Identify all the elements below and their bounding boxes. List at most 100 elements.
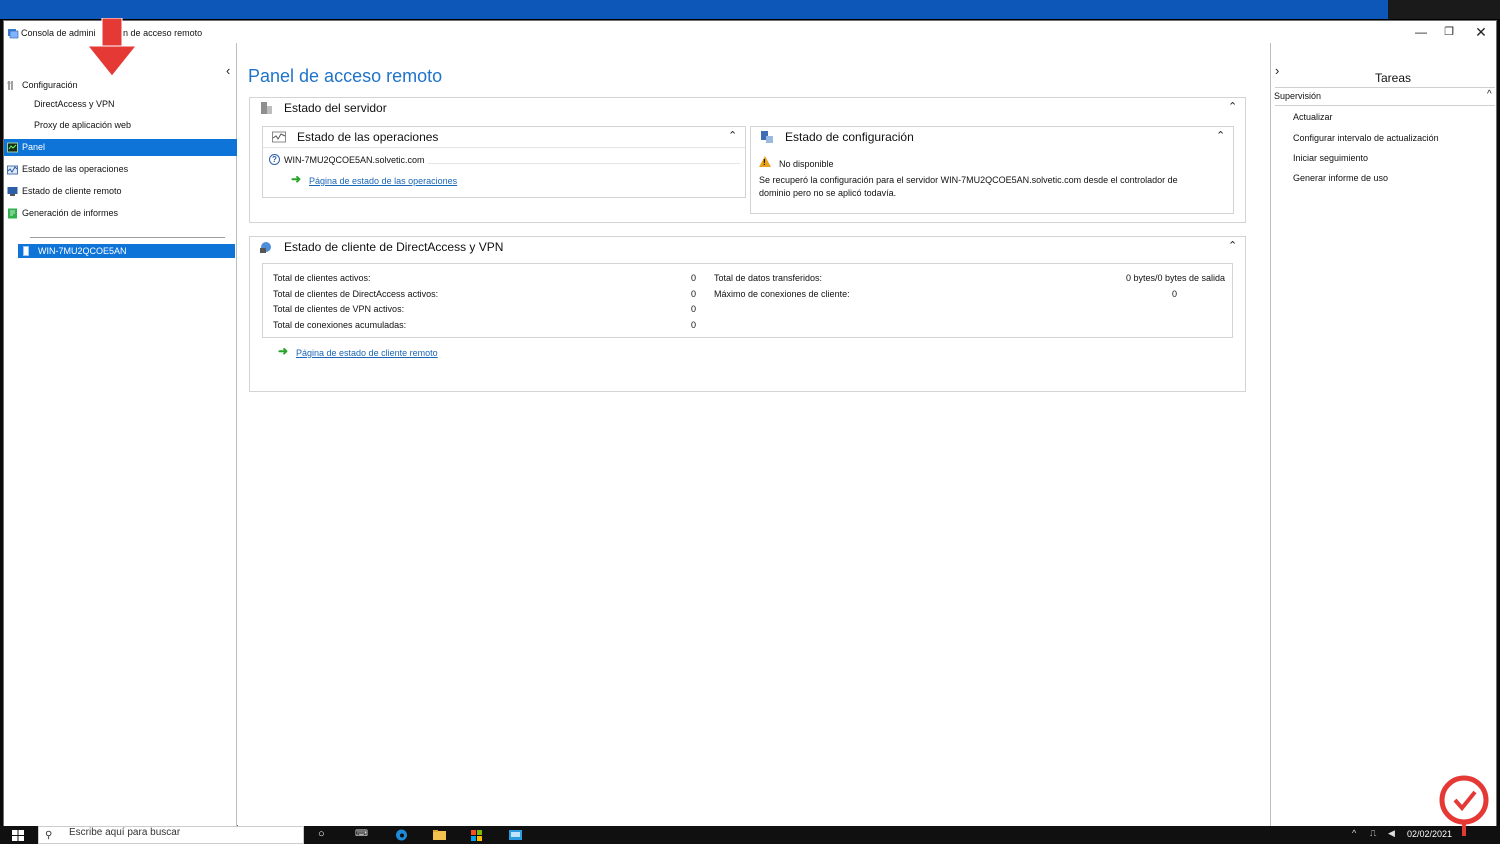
dashboard-icon	[7, 142, 18, 153]
task-actualizar[interactable]: Actualizar	[1293, 112, 1333, 122]
tasks-pane: › Tareas Supervisión ^ Actualizar Config…	[1270, 43, 1496, 826]
tasks-title: Tareas	[1375, 71, 1412, 85]
outer-top-bar	[0, 0, 1500, 20]
tree-item-informes[interactable]: Generación de informes	[4, 205, 237, 222]
stat-label: Total de clientes de VPN activos:	[273, 304, 405, 314]
tree-item-label: Proxy de aplicación web	[34, 120, 132, 130]
client-status-panel: Estado de cliente de DirectAccess y VPN …	[249, 236, 1246, 392]
server-node-label: WIN-7MU2QCOE5AN	[38, 246, 127, 256]
config-status-value: No disponible	[779, 159, 834, 169]
tray-chevron-icon[interactable]: ^	[1352, 828, 1356, 838]
config-status-title: Estado de configuración	[785, 130, 914, 144]
stat-label: Total de clientes activos:	[273, 273, 371, 283]
chevron-up-icon[interactable]: ⌃	[1228, 239, 1237, 252]
minimize-button[interactable]: —	[1406, 24, 1436, 40]
tasks-section-header[interactable]: Supervisión	[1274, 91, 1321, 101]
tree-item-label: Estado de cliente remoto	[22, 186, 122, 196]
folder-icon[interactable]	[433, 829, 446, 841]
edge-icon[interactable]	[395, 829, 408, 841]
stat-value: 0	[691, 289, 697, 299]
tree-item-label: Panel	[22, 142, 46, 152]
windows-logo-icon[interactable]	[12, 830, 24, 841]
tree-server-node[interactable]: WIN-7MU2QCOE5AN	[18, 244, 235, 258]
store-icon[interactable]	[470, 829, 483, 841]
tree-item-panel[interactable]: Panel	[4, 139, 237, 156]
page-title: Panel de acceso remoto	[248, 66, 443, 86]
remote-access-app-icon[interactable]	[509, 829, 522, 841]
task-iniciar-seguimiento[interactable]: Iniciar seguimiento	[1293, 153, 1368, 163]
stat-label: Máximo de conexiones de cliente:	[714, 289, 850, 299]
tree-item-directaccess-vpn[interactable]: DirectAccess y VPN	[4, 96, 237, 113]
taskbar: ⚲ Escribe aquí para buscar ○ ⌨ ^ ⎍ ◀ 02/…	[0, 826, 1500, 844]
help-icon: ?	[269, 154, 280, 165]
operations-status-title: Estado de las operaciones	[297, 130, 439, 144]
chevron-right-icon[interactable]: ›	[1275, 63, 1279, 78]
divider	[263, 147, 745, 148]
client-status-header: Estado de cliente de DirectAccess y VPN …	[250, 237, 1245, 257]
client-monitor-icon	[7, 187, 18, 196]
server-status-panel: Estado del servidor ⌃ Estado de las oper…	[249, 97, 1246, 223]
app-icon	[8, 29, 19, 39]
stat-value: 0	[691, 273, 697, 283]
tree-item-estado-operaciones[interactable]: Estado de las operaciones	[4, 161, 237, 178]
operations-server-name: WIN-7MU2QCOE5AN.solvetic.com	[284, 155, 425, 165]
tree-item-proxy[interactable]: Proxy de aplicación web	[4, 117, 237, 134]
chevron-up-icon[interactable]: ^	[1487, 89, 1492, 100]
window-titlebar: Consola de admini n de acceso remoto — ❐…	[4, 21, 1496, 43]
operations-status-header: Estado de las operaciones ⌃	[263, 127, 745, 147]
remote-access-console-window: Consola de admini n de acceso remoto — ❐…	[3, 20, 1497, 826]
stat-value: 0	[691, 304, 697, 314]
chevron-up-icon[interactable]: ⌃	[728, 129, 737, 142]
server-icon	[23, 246, 29, 256]
tree-item-estado-cliente[interactable]: Estado de cliente remoto	[4, 183, 237, 200]
client-status-link[interactable]: Página de estado de cliente remoto	[296, 348, 438, 358]
tools-icon	[7, 81, 13, 90]
config-message-line2: dominio pero no se aplicó todavía.	[759, 188, 897, 198]
row-divider	[428, 163, 740, 164]
tree-item-label: Generación de informes	[22, 208, 119, 218]
task-view-icon[interactable]: ○	[318, 828, 325, 840]
stat-label: Total de conexiones acumuladas:	[273, 320, 407, 330]
config-status-header: Estado de configuración ⌃	[751, 127, 1233, 147]
host-title-bar	[0, 0, 1388, 19]
config-message-line1: Se recuperó la configuración para el ser…	[759, 175, 1178, 185]
stat-value: 0	[1172, 289, 1178, 299]
main-dashboard: Panel de acceso remoto Estado del servid…	[238, 43, 1270, 826]
tree-item-label: Configuración	[22, 80, 78, 90]
server-status-title: Estado del servidor	[284, 101, 387, 115]
watermark-logo	[1439, 775, 1489, 836]
server-status-header: Estado del servidor ⌃	[250, 98, 1245, 118]
volume-icon[interactable]: ◀	[1388, 828, 1395, 839]
taskbar-search-box[interactable]: ⚲ Escribe aquí para buscar	[38, 826, 304, 844]
divider	[1275, 87, 1495, 88]
tree-divider	[30, 237, 225, 238]
navigation-tree: ‹ Configuración DirectAccess y VPN Proxy…	[4, 43, 237, 826]
green-arrow-icon: ➜	[291, 172, 302, 186]
client-status-title: Estado de cliente de DirectAccess y VPN	[284, 240, 504, 254]
green-arrow-icon: ➜	[278, 344, 289, 358]
close-button[interactable]: ✕	[1466, 24, 1496, 40]
network-app-icon[interactable]: ⌨	[355, 828, 368, 839]
config-icon	[761, 131, 773, 143]
config-status-panel: Estado de configuración ⌃ ! No disponibl…	[750, 126, 1234, 214]
chevron-up-icon[interactable]: ⌃	[1216, 129, 1225, 142]
network-icon[interactable]: ⎍	[1370, 828, 1376, 839]
stat-label: Total de clientes de DirectAccess activo…	[273, 289, 439, 299]
search-placeholder: Escribe aquí para buscar	[69, 827, 181, 838]
operations-status-link[interactable]: Página de estado de las operaciones	[309, 176, 457, 186]
host-title-bar-right	[1388, 0, 1500, 19]
divider	[1275, 105, 1495, 106]
operations-icon	[7, 165, 18, 175]
report-icon	[8, 208, 17, 219]
stat-value: 0	[691, 320, 697, 330]
chevron-left-icon[interactable]: ‹	[226, 63, 230, 78]
tree-item-label: DirectAccess y VPN	[34, 99, 115, 109]
stat-label: Total de datos transferidos:	[714, 273, 823, 283]
task-configurar-intervalo[interactable]: Configurar intervalo de actualización	[1293, 133, 1439, 143]
chevron-up-icon[interactable]: ⌃	[1228, 100, 1237, 113]
operations-icon	[272, 131, 286, 143]
warning-icon: !	[759, 156, 771, 167]
operations-status-panel: Estado de las operaciones ⌃ ? WIN-7MU2QC…	[262, 126, 746, 198]
task-generar-informe[interactable]: Generar informe de uso	[1293, 173, 1388, 183]
restore-button[interactable]: ❐	[1434, 24, 1464, 40]
